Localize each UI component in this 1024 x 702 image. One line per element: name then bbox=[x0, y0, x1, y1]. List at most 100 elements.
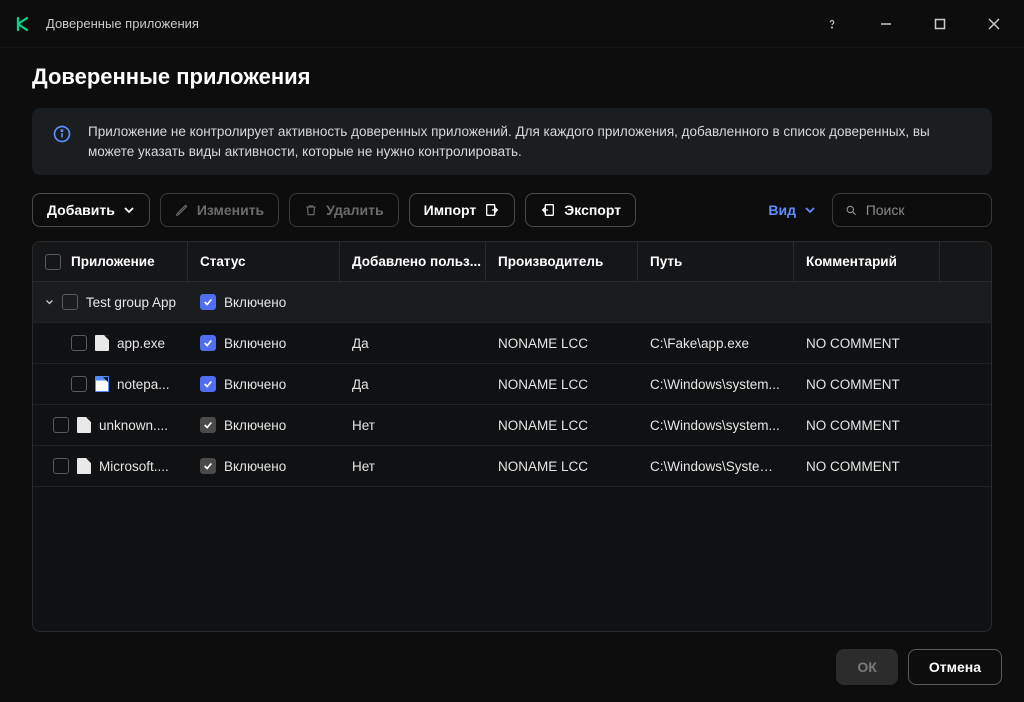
chevron-down-icon[interactable] bbox=[45, 296, 54, 308]
table-row[interactable]: notepa...ВключеноДаNONAME LCCC:\Windows\… bbox=[33, 364, 991, 405]
col-spacer bbox=[940, 242, 964, 281]
window-title: Доверенные приложения bbox=[46, 16, 816, 31]
status-text: Включено bbox=[224, 336, 286, 351]
cell bbox=[940, 323, 964, 363]
status-cell: Включено bbox=[188, 446, 340, 486]
ok-button: ОК bbox=[836, 649, 897, 685]
export-icon bbox=[540, 202, 556, 218]
app-cell: unknown.... bbox=[33, 405, 188, 445]
app-cell: app.exe bbox=[33, 323, 188, 363]
app-cell: Microsoft.... bbox=[33, 446, 188, 486]
trash-icon bbox=[304, 203, 318, 217]
app-logo-icon bbox=[14, 14, 34, 34]
minimize-button[interactable] bbox=[870, 8, 902, 40]
status-toggle[interactable] bbox=[200, 417, 216, 433]
group-status: Включено bbox=[224, 295, 286, 310]
search-field[interactable] bbox=[832, 193, 992, 227]
vendor-cell: NONAME LCC bbox=[486, 323, 638, 363]
vendor-cell: NONAME LCC bbox=[486, 364, 638, 404]
table-row[interactable]: app.exe Включено ДаNONAME LCCC:\Fake\app.e… bbox=[33, 323, 991, 364]
status-text: Включено bbox=[224, 459, 286, 474]
content: Доверенные приложения Приложение не конт… bbox=[0, 48, 1024, 632]
comment-cell: NO COMMENT bbox=[794, 364, 940, 404]
cancel-button[interactable]: Отмена bbox=[908, 649, 1002, 685]
comment-cell: NO COMMENT bbox=[794, 323, 940, 363]
vendor-cell: NONAME LCC bbox=[486, 446, 638, 486]
import-icon bbox=[484, 202, 500, 218]
status-toggle[interactable] bbox=[200, 376, 216, 392]
help-button[interactable] bbox=[816, 8, 848, 40]
row-checkbox[interactable] bbox=[53, 458, 69, 474]
col-comment-label: Комментарий bbox=[806, 254, 897, 269]
maximize-button[interactable] bbox=[924, 8, 956, 40]
col-status[interactable]: Статус bbox=[188, 242, 340, 281]
chevron-down-icon bbox=[123, 204, 135, 216]
col-vendor-label: Производитель bbox=[498, 254, 603, 269]
toolbar: Добавить Изменить Удалить Импорт Экспорт bbox=[32, 193, 992, 227]
added-cell: Нет bbox=[340, 446, 486, 486]
table-body: Test group App Включено app.exe Включено Д… bbox=[33, 282, 991, 631]
cell bbox=[940, 364, 964, 404]
search-icon bbox=[845, 203, 858, 218]
group-status-cell: Включено bbox=[188, 282, 340, 322]
info-icon bbox=[50, 124, 74, 144]
status-text: Включено bbox=[224, 418, 286, 433]
col-comment[interactable]: Комментарий bbox=[794, 242, 940, 281]
added-cell: Да bbox=[340, 364, 486, 404]
delete-button: Удалить bbox=[289, 193, 398, 227]
status-toggle[interactable] bbox=[200, 458, 216, 474]
col-app-label: Приложение bbox=[71, 254, 155, 269]
export-label: Экспорт bbox=[564, 202, 621, 218]
row-checkbox[interactable] bbox=[71, 335, 87, 351]
file-icon bbox=[95, 376, 109, 392]
add-button[interactable]: Добавить bbox=[32, 193, 150, 227]
col-added[interactable]: Добавлено польз... bbox=[340, 242, 486, 281]
path-cell: C:\Windows\system... bbox=[638, 405, 794, 445]
close-button[interactable] bbox=[978, 8, 1010, 40]
path-cell: C:\Windows\system... bbox=[638, 364, 794, 404]
edit-label: Изменить bbox=[197, 202, 264, 218]
comment-cell: NO COMMENT bbox=[794, 446, 940, 486]
cell bbox=[638, 282, 794, 322]
status-toggle[interactable] bbox=[200, 294, 216, 310]
row-checkbox[interactable] bbox=[71, 376, 87, 392]
cell bbox=[340, 282, 486, 322]
path-cell: C:\Fake\app.exe bbox=[638, 323, 794, 363]
file-icon bbox=[77, 458, 91, 474]
col-path-label: Путь bbox=[650, 254, 682, 269]
table-row[interactable]: Microsoft.... Включено НетNONAME LCCC:\Win… bbox=[33, 446, 991, 487]
window-controls bbox=[816, 8, 1010, 40]
import-button[interactable]: Импорт bbox=[409, 193, 516, 227]
file-icon bbox=[77, 417, 91, 433]
path-cell: C:\Windows\System... bbox=[638, 446, 794, 486]
col-app[interactable]: Приложение bbox=[33, 242, 188, 281]
status-toggle[interactable] bbox=[200, 335, 216, 351]
window: Доверенные приложения Доверенные приложе… bbox=[0, 0, 1024, 702]
vendor-cell: NONAME LCC bbox=[486, 405, 638, 445]
select-all-checkbox[interactable] bbox=[45, 254, 61, 270]
table-row[interactable]: unknown.... Включено НетNONAME LCCC:\Windo… bbox=[33, 405, 991, 446]
group-checkbox[interactable] bbox=[62, 294, 78, 310]
delete-label: Удалить bbox=[326, 202, 383, 218]
status-cell: Включено bbox=[188, 405, 340, 445]
group-name: Test group App bbox=[86, 295, 176, 310]
footer: ОК Отмена bbox=[0, 632, 1024, 702]
group-row[interactable]: Test group App Включено bbox=[33, 282, 991, 323]
cancel-label: Отмена bbox=[929, 659, 981, 675]
cell bbox=[486, 282, 638, 322]
col-status-label: Статус bbox=[200, 254, 246, 269]
row-checkbox[interactable] bbox=[53, 417, 69, 433]
cell bbox=[794, 282, 940, 322]
added-cell: Нет bbox=[340, 405, 486, 445]
view-dropdown[interactable]: Вид bbox=[762, 202, 822, 218]
col-vendor[interactable]: Производитель bbox=[486, 242, 638, 281]
cell bbox=[940, 446, 964, 486]
export-button[interactable]: Экспорт bbox=[525, 193, 636, 227]
file-icon bbox=[95, 335, 109, 351]
search-input[interactable] bbox=[866, 202, 979, 218]
added-cell: Да bbox=[340, 323, 486, 363]
import-label: Импорт bbox=[424, 202, 477, 218]
col-path[interactable]: Путь bbox=[638, 242, 794, 281]
chevron-down-icon bbox=[804, 204, 816, 216]
titlebar: Доверенные приложения bbox=[0, 0, 1024, 48]
